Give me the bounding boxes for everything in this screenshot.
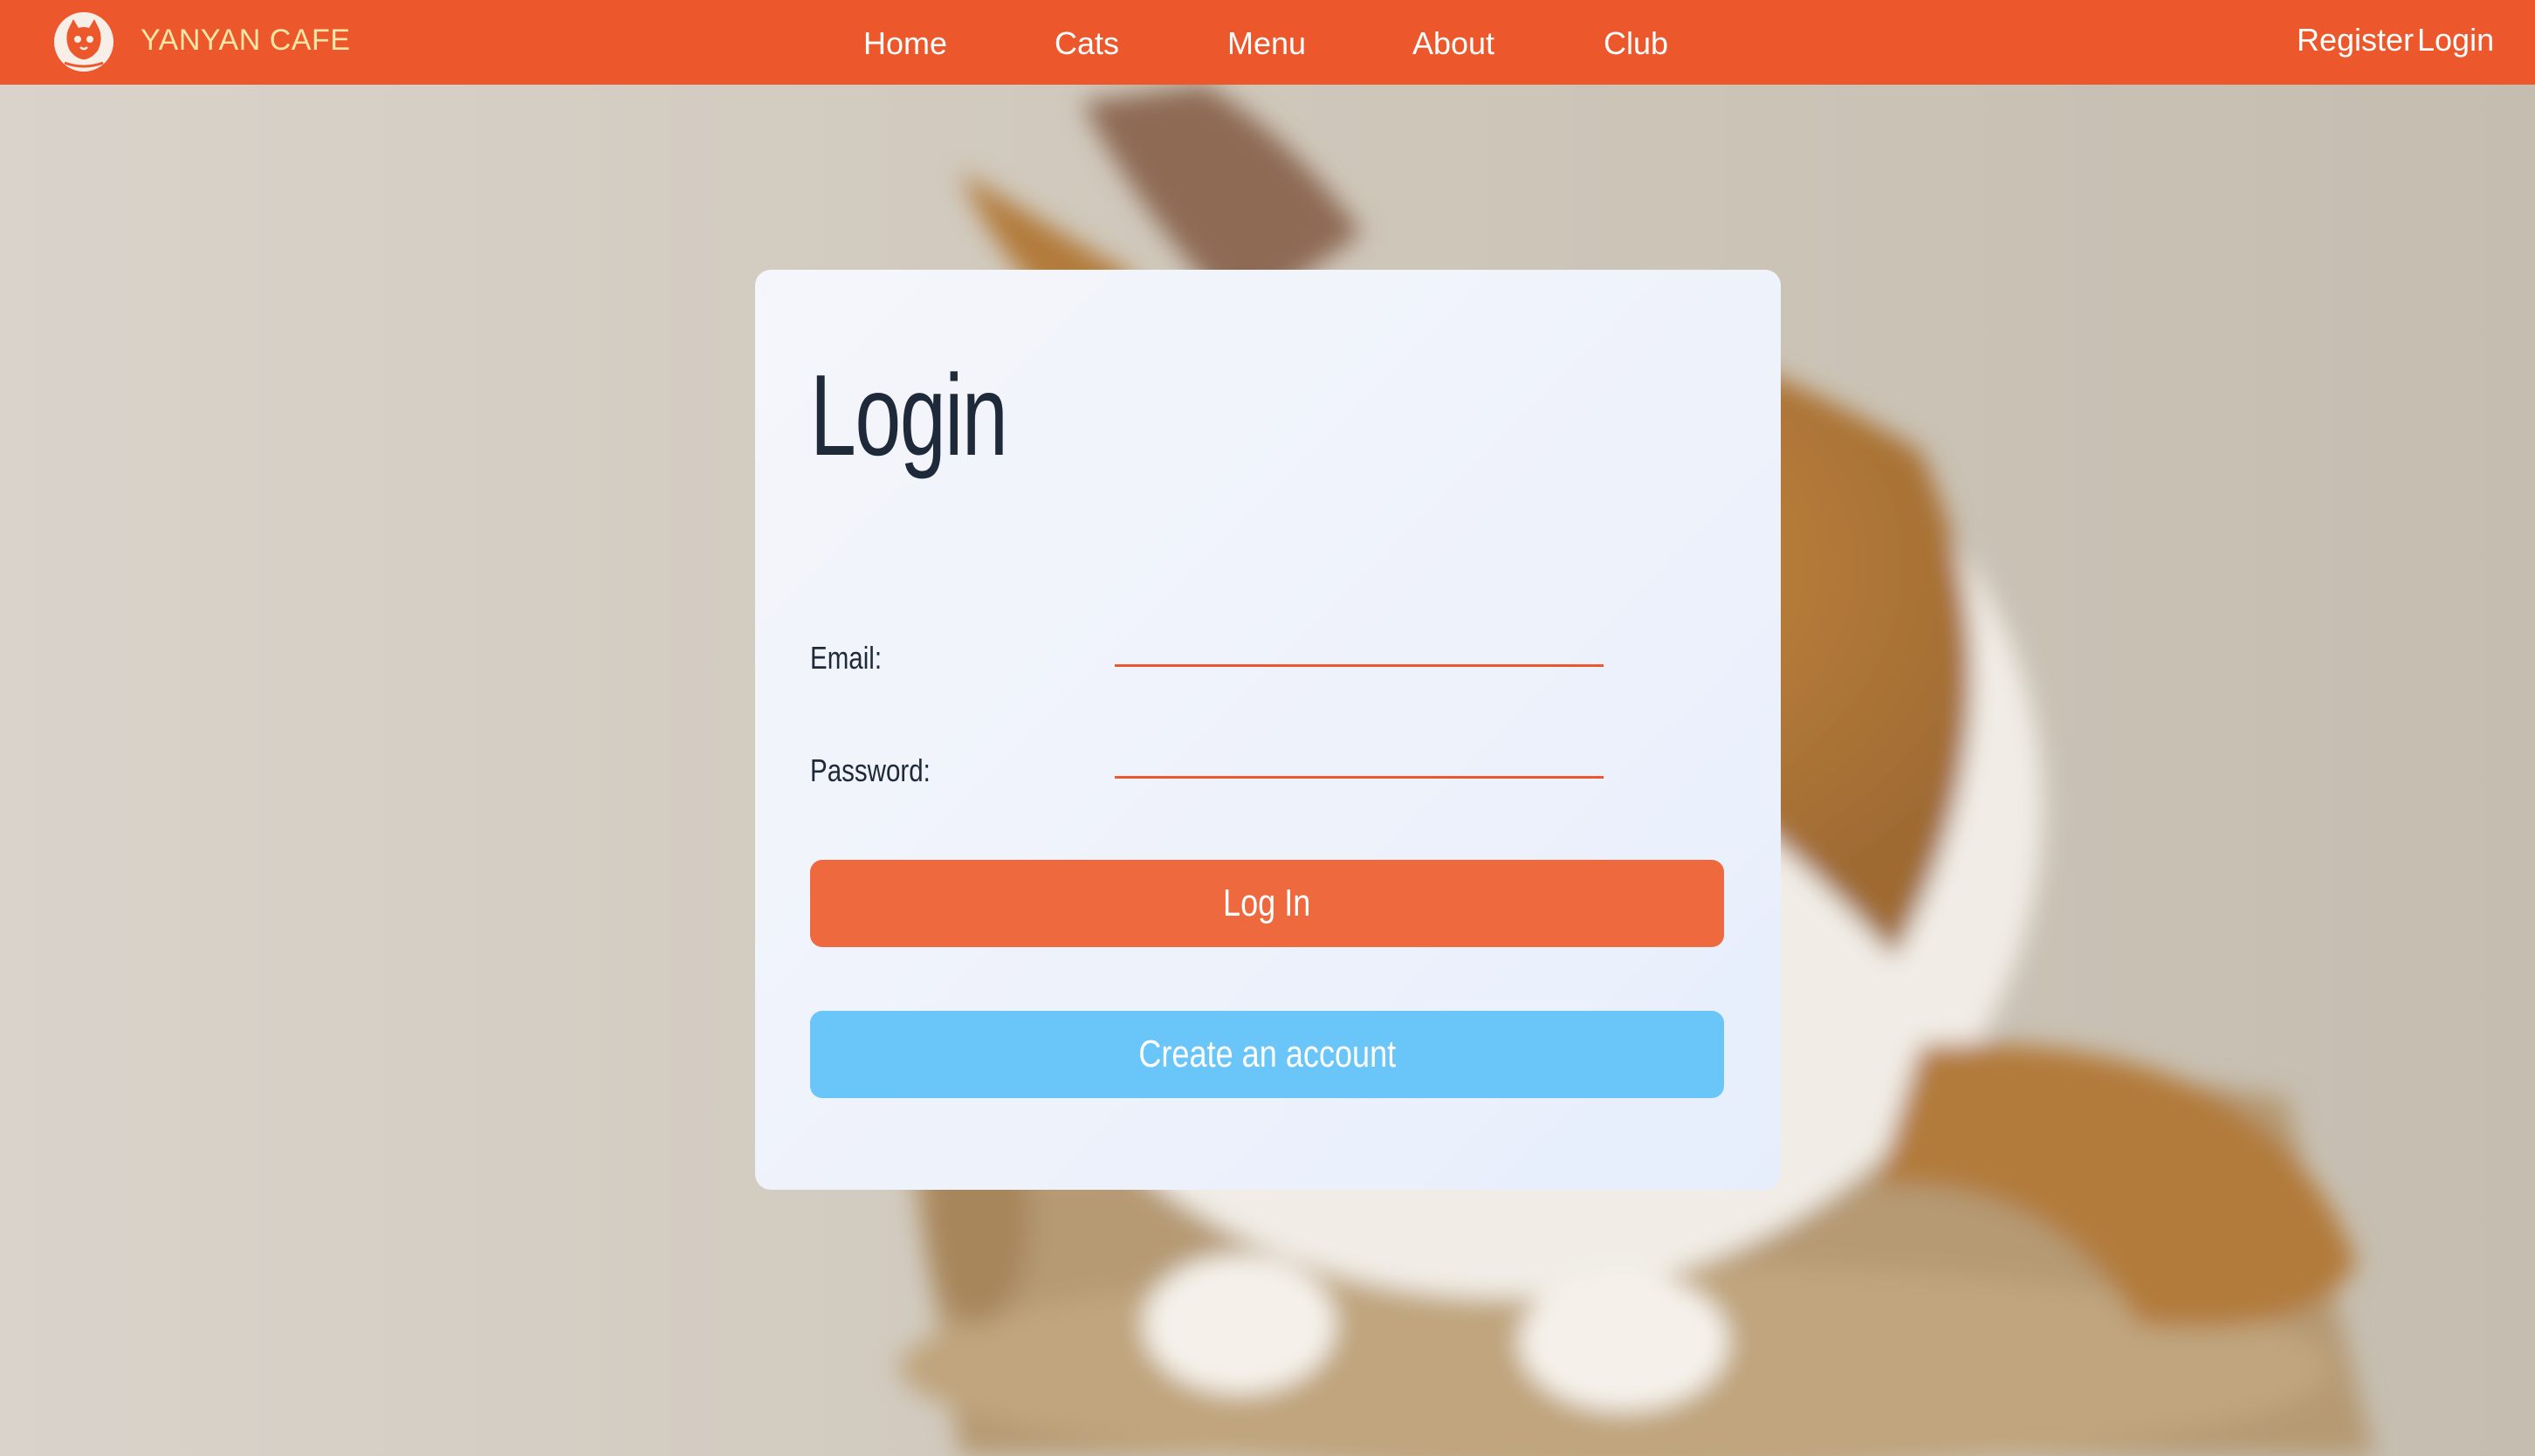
nav-register-link[interactable]: Register — [2297, 16, 2414, 65]
email-field[interactable] — [1115, 623, 1604, 667]
password-label: Password: — [810, 752, 931, 788]
login-title: Login — [810, 351, 1008, 479]
nav-link-about[interactable]: About — [1412, 19, 1494, 68]
create-account-button[interactable]: Create an account — [810, 1011, 1724, 1098]
top-navbar: YANYAN CAFE Home Cats Menu About Club Re… — [0, 0, 2535, 85]
login-card: Login Email: Password: Log In Create an … — [755, 270, 1781, 1190]
email-label: Email: — [810, 640, 883, 676]
create-account-button-label: Create an account — [1138, 1033, 1396, 1075]
cat-logo-icon[interactable] — [54, 12, 113, 72]
brand-name[interactable]: YANYAN CAFE — [141, 16, 350, 65]
nav-link-home[interactable]: Home — [863, 19, 947, 68]
nav-link-cats[interactable]: Cats — [1055, 19, 1119, 68]
log-in-button-label: Log In — [1223, 882, 1311, 924]
nav-link-menu[interactable]: Menu — [1227, 19, 1306, 68]
password-field[interactable] — [1115, 735, 1604, 779]
nav-login-link[interactable]: Login — [2417, 16, 2494, 65]
log-in-button[interactable]: Log In — [810, 860, 1724, 947]
nav-link-club[interactable]: Club — [1604, 19, 1668, 68]
